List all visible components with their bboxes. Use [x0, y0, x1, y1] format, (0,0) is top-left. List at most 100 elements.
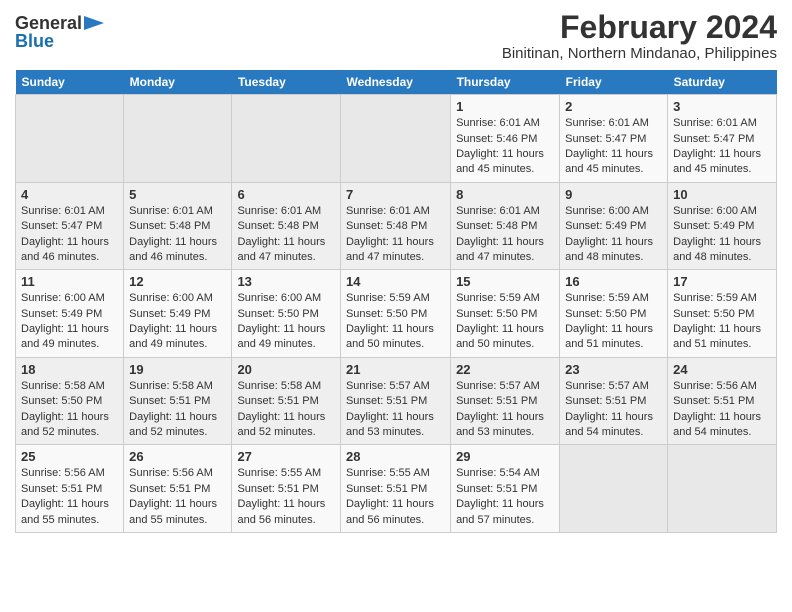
day-number: 23 [565, 362, 662, 377]
col-header-tuesday: Tuesday [232, 70, 341, 95]
day-info: Sunrise: 5:58 AMSunset: 5:50 PMDaylight:… [21, 379, 118, 441]
week-row-1: 1 Sunrise: 6:01 AMSunset: 5:46 PMDaylight… [16, 95, 777, 183]
day-info: Sunrise: 5:58 AMSunset: 5:51 PMDaylight:… [129, 379, 226, 441]
day-number: 16 [565, 274, 662, 289]
col-header-sunday: Sunday [16, 70, 124, 95]
day-info: Sunrise: 5:55 AMSunset: 5:51 PMDaylight:… [346, 466, 445, 528]
day-info: Sunrise: 5:59 AMSunset: 5:50 PMDaylight:… [346, 291, 445, 353]
day-info: Sunrise: 6:00 AMSunset: 5:49 PMDaylight:… [673, 204, 771, 266]
week-row-4: 18 Sunrise: 5:58 AMSunset: 5:50 PMDayligh… [16, 357, 777, 445]
calendar-cell: 24Sunrise: 5:56 AMSunset: 5:51 PMDayligh… [668, 357, 777, 445]
calendar-cell: 4Sunrise: 6:01 AMSunset: 5:47 PMDaylight… [16, 182, 124, 270]
week-row-5: 25 Sunrise: 5:56 AMSunset: 5:51 PMDayligh… [16, 445, 777, 533]
day-number: 14 [346, 274, 445, 289]
calendar-cell: 17 Sunrise: 5:59 AMSunset: 5:50 PMDayligh… [668, 270, 777, 358]
logo: General Blue [15, 10, 104, 50]
day-number: 5 [129, 187, 226, 202]
col-header-wednesday: Wednesday [340, 70, 450, 95]
calendar-cell: 3 Sunrise: 6:01 AMSunset: 5:47 PMDaylight… [668, 95, 777, 183]
logo-flag-icon [84, 16, 104, 30]
day-info: Sunrise: 6:01 AMSunset: 5:48 PMDaylight:… [129, 204, 226, 266]
day-info: Sunrise: 5:57 AMSunset: 5:51 PMDaylight:… [346, 379, 445, 441]
day-number: 28 [346, 449, 445, 464]
location-subtitle: Binitinan, Northern Mindanao, Philippine… [502, 45, 777, 62]
calendar-cell: 20 Sunrise: 5:58 AMSunset: 5:51 PMDayligh… [232, 357, 341, 445]
day-number: 15 [456, 274, 554, 289]
day-info: Sunrise: 6:00 AMSunset: 5:49 PMDaylight:… [129, 291, 226, 353]
day-number: 17 [673, 274, 771, 289]
day-number: 27 [237, 449, 335, 464]
calendar-cell [232, 95, 341, 183]
day-info: Sunrise: 6:00 AMSunset: 5:50 PMDaylight:… [237, 291, 335, 353]
day-info: Sunrise: 5:57 AMSunset: 5:51 PMDaylight:… [565, 379, 662, 441]
day-number: 25 [21, 449, 118, 464]
calendar-cell: 18 Sunrise: 5:58 AMSunset: 5:50 PMDayligh… [16, 357, 124, 445]
day-info: Sunrise: 6:00 AMSunset: 5:49 PMDaylight:… [21, 291, 118, 353]
day-info: Sunrise: 5:55 AMSunset: 5:51 PMDaylight:… [237, 466, 335, 528]
calendar-cell: 22 Sunrise: 5:57 AMSunset: 5:51 PMDayligh… [451, 357, 560, 445]
day-info: Sunrise: 6:01 AMSunset: 5:48 PMDaylight:… [456, 204, 554, 266]
calendar-cell [124, 95, 232, 183]
calendar-cell: 29Sunrise: 5:54 AMSunset: 5:51 PMDayligh… [451, 445, 560, 533]
col-header-monday: Monday [124, 70, 232, 95]
day-info: Sunrise: 6:01 AMSunset: 5:48 PMDaylight:… [237, 204, 335, 266]
day-info: Sunrise: 6:01 AMSunset: 5:47 PMDaylight:… [21, 204, 118, 266]
day-number: 24 [673, 362, 771, 377]
day-number: 8 [456, 187, 554, 202]
calendar-cell: 27 Sunrise: 5:55 AMSunset: 5:51 PMDayligh… [232, 445, 341, 533]
calendar-cell: 13 Sunrise: 6:00 AMSunset: 5:50 PMDayligh… [232, 270, 341, 358]
day-number: 18 [21, 362, 118, 377]
calendar-cell: 23 Sunrise: 5:57 AMSunset: 5:51 PMDayligh… [560, 357, 668, 445]
month-year-title: February 2024 [502, 10, 777, 45]
week-row-3: 11Sunrise: 6:00 AMSunset: 5:49 PMDayligh… [16, 270, 777, 358]
day-number: 7 [346, 187, 445, 202]
day-info: Sunrise: 5:56 AMSunset: 5:51 PMDaylight:… [129, 466, 226, 528]
calendar-cell: 1 Sunrise: 6:01 AMSunset: 5:46 PMDaylight… [451, 95, 560, 183]
day-info: Sunrise: 5:59 AMSunset: 5:50 PMDaylight:… [456, 291, 554, 353]
calendar-cell: 9 Sunrise: 6:00 AMSunset: 5:49 PMDaylight… [560, 182, 668, 270]
day-number: 3 [673, 99, 771, 114]
day-info: Sunrise: 5:54 AMSunset: 5:51 PMDaylight:… [456, 466, 554, 528]
col-header-thursday: Thursday [451, 70, 560, 95]
day-info: Sunrise: 6:01 AMSunset: 5:47 PMDaylight:… [565, 116, 662, 178]
day-number: 2 [565, 99, 662, 114]
day-info: Sunrise: 5:57 AMSunset: 5:51 PMDaylight:… [456, 379, 554, 441]
calendar-cell [560, 445, 668, 533]
day-info: Sunrise: 6:01 AMSunset: 5:47 PMDaylight:… [673, 116, 771, 178]
day-number: 1 [456, 99, 554, 114]
day-info: Sunrise: 6:01 AMSunset: 5:46 PMDaylight:… [456, 116, 554, 178]
day-number: 10 [673, 187, 771, 202]
day-number: 13 [237, 274, 335, 289]
col-header-friday: Friday [560, 70, 668, 95]
calendar-cell [668, 445, 777, 533]
logo-blue-text: Blue [15, 32, 54, 50]
day-number: 12 [129, 274, 226, 289]
calendar-header-row: SundayMondayTuesdayWednesdayThursdayFrid… [16, 70, 777, 95]
calendar-cell [340, 95, 450, 183]
day-info: Sunrise: 5:59 AMSunset: 5:50 PMDaylight:… [673, 291, 771, 353]
col-header-saturday: Saturday [668, 70, 777, 95]
day-number: 9 [565, 187, 662, 202]
calendar-table: SundayMondayTuesdayWednesdayThursdayFrid… [15, 70, 777, 533]
title-section: February 2024 Binitinan, Northern Mindan… [502, 10, 777, 62]
logo-general-text: General [15, 14, 82, 32]
calendar-cell: 28 Sunrise: 5:55 AMSunset: 5:51 PMDayligh… [340, 445, 450, 533]
calendar-cell: 11Sunrise: 6:00 AMSunset: 5:49 PMDayligh… [16, 270, 124, 358]
day-info: Sunrise: 6:01 AMSunset: 5:48 PMDaylight:… [346, 204, 445, 266]
calendar-cell: 12 Sunrise: 6:00 AMSunset: 5:49 PMDayligh… [124, 270, 232, 358]
calendar-cell: 5 Sunrise: 6:01 AMSunset: 5:48 PMDaylight… [124, 182, 232, 270]
day-number: 20 [237, 362, 335, 377]
calendar-cell [16, 95, 124, 183]
day-number: 21 [346, 362, 445, 377]
calendar-cell: 21 Sunrise: 5:57 AMSunset: 5:51 PMDayligh… [340, 357, 450, 445]
calendar-cell: 6Sunrise: 6:01 AMSunset: 5:48 PMDaylight… [232, 182, 341, 270]
day-number: 22 [456, 362, 554, 377]
day-number: 26 [129, 449, 226, 464]
day-info: Sunrise: 6:00 AMSunset: 5:49 PMDaylight:… [565, 204, 662, 266]
day-info: Sunrise: 5:58 AMSunset: 5:51 PMDaylight:… [237, 379, 335, 441]
calendar-cell: 15 Sunrise: 5:59 AMSunset: 5:50 PMDayligh… [451, 270, 560, 358]
calendar-cell: 25Sunrise: 5:56 AMSunset: 5:51 PMDayligh… [16, 445, 124, 533]
calendar-cell: 19Sunrise: 5:58 AMSunset: 5:51 PMDayligh… [124, 357, 232, 445]
header: General Blue February 2024 Binitinan, No… [15, 10, 777, 62]
calendar-cell: 8 Sunrise: 6:01 AMSunset: 5:48 PMDaylight… [451, 182, 560, 270]
